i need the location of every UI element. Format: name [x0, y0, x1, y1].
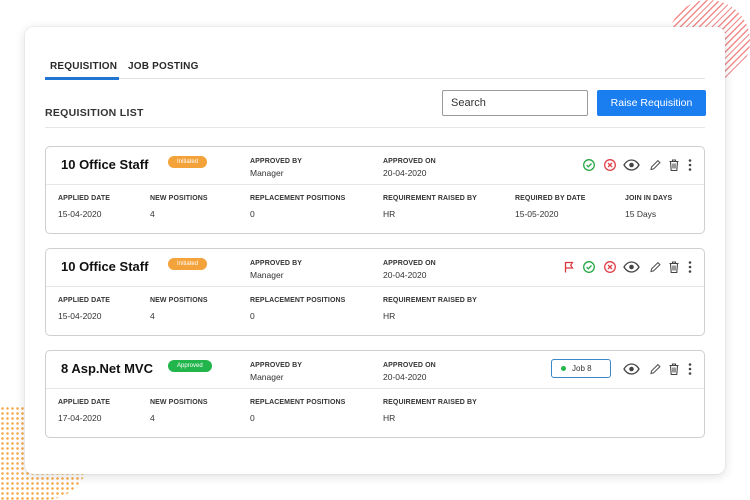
requisition-panel: REQUISITION JOB POSTING REQUISITION LIST…: [25, 27, 725, 474]
job-button[interactable]: Job 8: [551, 359, 611, 378]
approved-on-label: APPROVED ON: [383, 158, 436, 165]
raise-requisition-button[interactable]: Raise Requisition: [597, 90, 706, 116]
approved-by-label: APPROVED BY: [250, 362, 303, 369]
requirement-raised-by-label: REQUIREMENT RAISED BY: [383, 297, 477, 304]
new-positions-value: 4: [150, 209, 155, 219]
card-divider: [46, 286, 704, 287]
applied-date-value: 17-04-2020: [58, 413, 102, 423]
status-badge: Initiated: [168, 156, 208, 168]
replacement-positions-label: REPLACEMENT POSITIONS: [250, 399, 346, 406]
applied-date-value: 15-04-2020: [58, 311, 102, 321]
approved-on-value: 20-04-2020: [383, 168, 427, 178]
search-input[interactable]: [442, 90, 588, 116]
more-icon[interactable]: [686, 158, 694, 172]
requirement-raised-by-label: REQUIREMENT RAISED BY: [383, 399, 477, 406]
edit-icon[interactable]: [648, 362, 662, 376]
delete-icon[interactable]: [667, 362, 681, 376]
job-button-label: Job 8: [572, 364, 592, 373]
new-positions-label: NEW POSITIONS: [150, 297, 208, 304]
requirement-raised-by-value: HR: [383, 209, 396, 219]
applied-date-value: 15-04-2020: [58, 209, 102, 219]
edit-icon[interactable]: [648, 158, 662, 172]
delete-icon[interactable]: [667, 158, 681, 172]
replacement-positions-label: REPLACEMENT POSITIONS: [250, 195, 346, 202]
requirement-raised-by-value: HR: [383, 311, 396, 321]
reject-icon[interactable]: [603, 158, 617, 172]
card-divider: [46, 184, 704, 185]
approved-on-label: APPROVED ON: [383, 362, 436, 369]
replacement-positions-value: 0: [250, 413, 255, 423]
card-title: 8 Asp.Net MVC: [61, 361, 153, 376]
flag-icon[interactable]: [562, 260, 576, 274]
approved-by-label: APPROVED BY: [250, 260, 303, 267]
approved-by-value: Manager: [250, 372, 284, 382]
tab-bar: REQUISITION JOB POSTING: [45, 57, 705, 80]
approve-icon[interactable]: [582, 260, 596, 274]
requirement-raised-by-value: HR: [383, 413, 396, 423]
approved-by-value: Manager: [250, 168, 284, 178]
new-positions-value: 4: [150, 311, 155, 321]
active-tab-indicator: [45, 77, 119, 80]
view-icon[interactable]: [623, 260, 640, 274]
page: REQUISITION JOB POSTING REQUISITION LIST…: [0, 0, 750, 500]
edit-icon[interactable]: [648, 260, 662, 274]
requisition-card: 10 Office Staff Initiated APPROVED BY Ma…: [45, 248, 705, 336]
replacement-positions-value: 0: [250, 311, 255, 321]
new-positions-value: 4: [150, 413, 155, 423]
required-by-date-label: REQUIRED BY DATE: [515, 195, 586, 202]
approve-icon[interactable]: [582, 158, 596, 172]
card-title: 10 Office Staff: [61, 259, 149, 274]
join-in-days-value: 15 Days: [625, 209, 657, 219]
delete-icon[interactable]: [667, 260, 681, 274]
more-icon[interactable]: [686, 362, 694, 376]
approved-by-value: Manager: [250, 270, 284, 280]
approved-on-value: 20-04-2020: [383, 372, 427, 382]
join-in-days-label: JOIN IN DAYS: [625, 195, 673, 202]
new-positions-label: NEW POSITIONS: [150, 399, 208, 406]
approved-on-label: APPROVED ON: [383, 260, 436, 267]
list-title: REQUISITION LIST: [45, 107, 144, 119]
new-positions-label: NEW POSITIONS: [150, 195, 208, 202]
requirement-raised-by-label: REQUIREMENT RAISED BY: [383, 195, 477, 202]
replacement-positions-label: REPLACEMENT POSITIONS: [250, 297, 346, 304]
card-divider: [46, 388, 704, 389]
view-icon[interactable]: [623, 362, 640, 376]
tab-requisition[interactable]: REQUISITION: [50, 61, 117, 72]
card-title: 10 Office Staff: [61, 157, 149, 172]
job-status-dot: [561, 366, 566, 371]
applied-date-label: APPLIED DATE: [58, 297, 111, 304]
reject-icon[interactable]: [603, 260, 617, 274]
applied-date-label: APPLIED DATE: [58, 195, 111, 202]
approved-by-label: APPROVED BY: [250, 158, 303, 165]
replacement-positions-value: 0: [250, 209, 255, 219]
divider: [45, 127, 705, 128]
status-badge: Approved: [168, 360, 212, 372]
approved-on-value: 20-04-2020: [383, 270, 427, 280]
applied-date-label: APPLIED DATE: [58, 399, 111, 406]
requisition-card: 10 Office Staff Initiated APPROVED BY Ma…: [45, 146, 705, 234]
view-icon[interactable]: [623, 158, 640, 172]
requisition-card: 8 Asp.Net MVC Approved APPROVED BY Manag…: [45, 350, 705, 438]
required-by-date-value: 15-05-2020: [515, 209, 559, 219]
tab-job-posting[interactable]: JOB POSTING: [128, 61, 199, 72]
more-icon[interactable]: [686, 260, 694, 274]
status-badge: Initiated: [168, 258, 208, 270]
